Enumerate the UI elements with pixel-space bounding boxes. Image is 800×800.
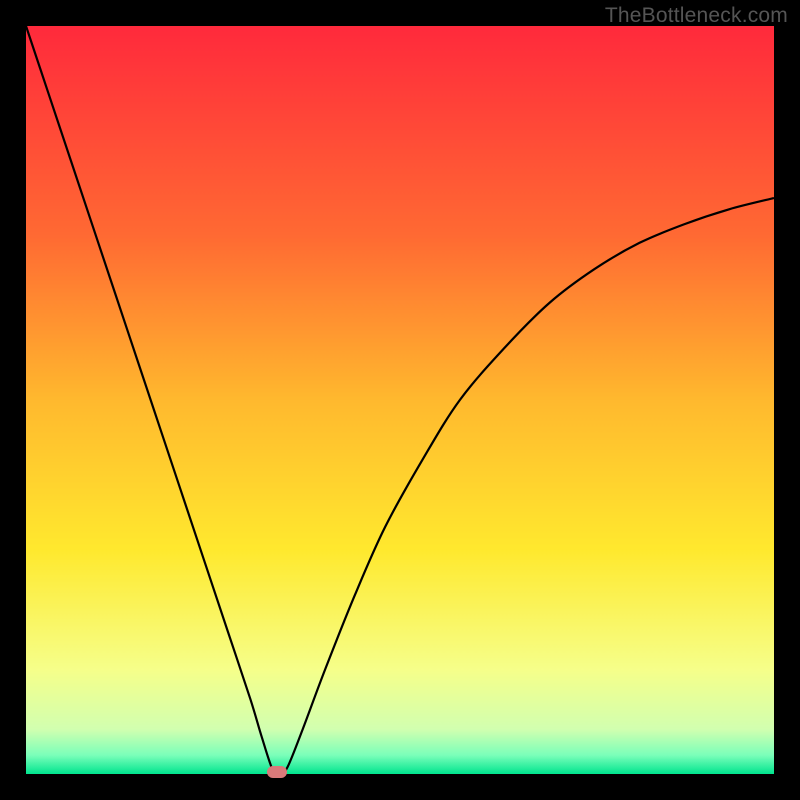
watermark-text: TheBottleneck.com [605, 4, 788, 28]
bottleneck-curve [26, 26, 774, 774]
optimum-marker [267, 766, 287, 778]
curve-path [26, 26, 774, 774]
chart-frame [26, 26, 774, 774]
